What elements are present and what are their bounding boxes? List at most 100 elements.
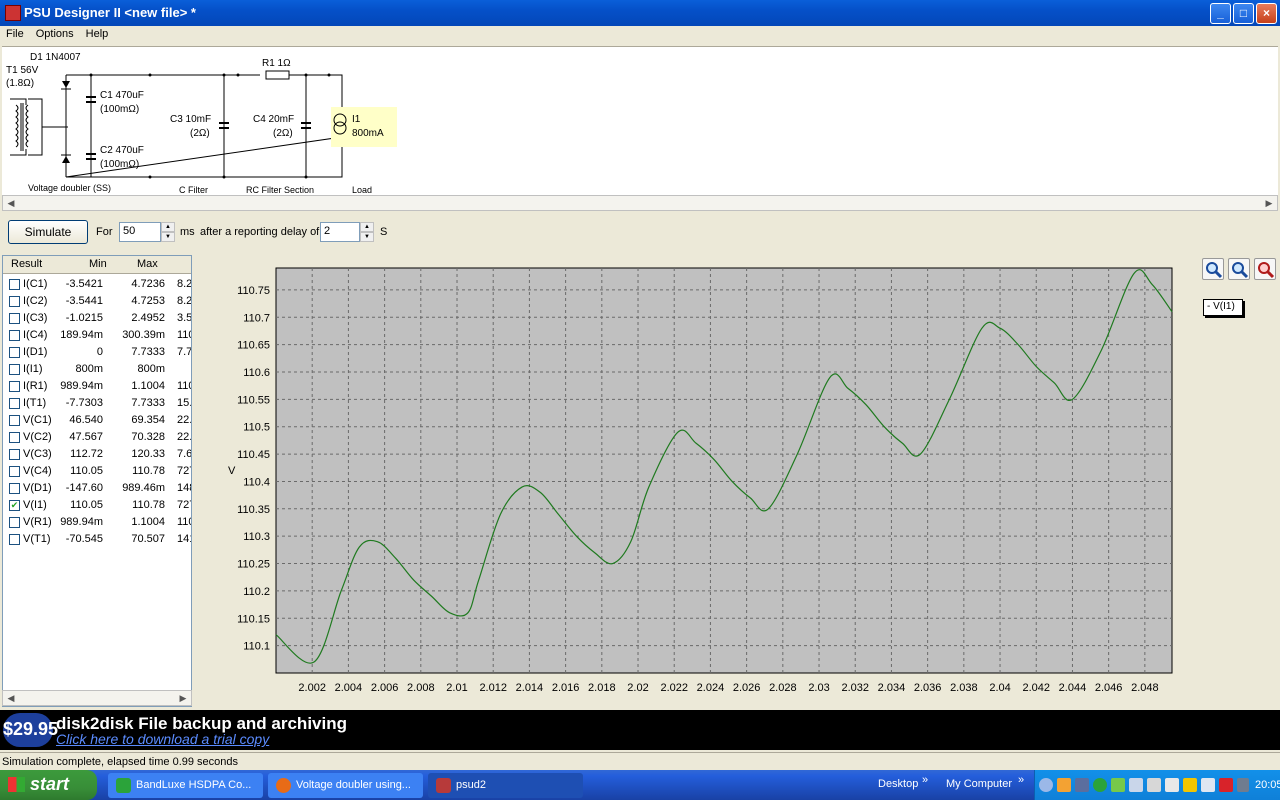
result-name: V(I1): [23, 499, 47, 511]
price-badge: $29.95: [3, 713, 58, 747]
wireless-icon[interactable]: [1201, 778, 1215, 792]
result-row[interactable]: V(C3) 112.72 120.33 7.60: [3, 446, 191, 463]
result-row[interactable]: I(D1) 0 7.7333 7.73: [3, 344, 191, 361]
minimize-button[interactable]: _: [1210, 3, 1231, 24]
result-name: V(C4): [23, 465, 52, 477]
check-icon[interactable]: [1111, 778, 1125, 792]
device-icon[interactable]: [1129, 778, 1143, 792]
menu-help[interactable]: Help: [80, 26, 115, 42]
zoom-in-icon[interactable]: [1202, 258, 1224, 280]
pdf-icon[interactable]: [1219, 778, 1233, 792]
result-row[interactable]: V(C2) 47.567 70.328 22.7: [3, 429, 191, 446]
result-max: 1.1004: [131, 380, 165, 392]
result-row[interactable]: I(C4) 189.94m 300.39m 110.4: [3, 327, 191, 344]
result-checkbox[interactable]: [9, 415, 20, 426]
result-row[interactable]: V(R1) 989.94m 1.1004 110.4: [3, 514, 191, 531]
result-checkbox[interactable]: ✔: [9, 500, 20, 511]
result-checkbox[interactable]: [9, 296, 20, 307]
results-scroll-right-icon[interactable]: ▶: [175, 691, 191, 705]
simulate-button[interactable]: Simulate: [8, 220, 88, 244]
zoom-out-icon[interactable]: [1228, 258, 1250, 280]
monitor-icon[interactable]: [1237, 778, 1249, 792]
result-checkbox[interactable]: [9, 347, 20, 358]
col-min[interactable]: Min: [89, 258, 107, 270]
clock[interactable]: 20:05: [1255, 779, 1280, 791]
duration-spinner[interactable]: ▲ ▼: [161, 222, 175, 242]
result-checkbox[interactable]: [9, 517, 20, 528]
result-name: I(T1): [23, 397, 47, 409]
result-checkbox[interactable]: [9, 364, 20, 375]
result-row[interactable]: I(T1) -7.7303 7.7333 15.4: [3, 395, 192, 412]
toolbar-desktop[interactable]: Desktop: [878, 778, 918, 790]
app-icon: [5, 5, 21, 21]
result-row[interactable]: I(C2) -3.5441 4.7253 8.2(: [3, 293, 192, 310]
result-max: 2.4952: [131, 312, 165, 324]
result-name: I(C3): [23, 312, 48, 324]
col-max[interactable]: Max: [137, 258, 158, 270]
result-range: 110.4: [177, 329, 191, 341]
schematic-scrollbar[interactable]: ◀ ▶: [2, 195, 1278, 211]
menu-options[interactable]: Options: [30, 26, 80, 42]
security-shield-icon[interactable]: [1183, 778, 1197, 792]
result-checkbox[interactable]: [9, 279, 20, 290]
result-checkbox[interactable]: [9, 330, 20, 341]
result-name: V(C3): [23, 448, 52, 460]
start-button[interactable]: start: [0, 770, 97, 800]
result-row[interactable]: ✔V(I1) 110.05 110.78 727.5: [3, 497, 191, 514]
back-arrow-icon[interactable]: [1039, 778, 1053, 792]
ad-banner[interactable]: $29.95 disk2disk File backup and archivi…: [0, 710, 1280, 750]
delay-input[interactable]: 2: [320, 222, 360, 242]
printer-icon[interactable]: [1147, 778, 1161, 792]
zoom-reset-icon[interactable]: [1254, 258, 1276, 280]
result-row[interactable]: I(R1) 989.94m 1.1004 110.4: [3, 378, 191, 395]
result-name: I(R1): [23, 380, 48, 392]
result-checkbox[interactable]: [9, 449, 20, 460]
schematic-canvas[interactable]: D1 1N4007 T1 56V (1.8Ω) C1 470uF (100mΩ)…: [2, 46, 1278, 195]
status-bar: Simulation complete, elapsed time 0.99 s…: [0, 752, 1280, 770]
java-icon[interactable]: [1057, 778, 1071, 792]
result-name: I(C4): [23, 329, 48, 341]
result-checkbox[interactable]: [9, 432, 20, 443]
result-row[interactable]: V(C1) 46.540 69.354 22.8: [3, 412, 191, 429]
result-range: 15.4: [177, 397, 192, 409]
result-row[interactable]: I(C3) -1.0215 2.4952 3.5: [3, 310, 191, 327]
network-icon[interactable]: [1075, 778, 1089, 792]
result-row[interactable]: I(C1) -3.5421 4.7236 8.2(: [3, 276, 191, 293]
section-cfilter: C Filter: [179, 185, 208, 195]
result-checkbox[interactable]: [9, 381, 20, 392]
results-scrollbar[interactable]: ◀ ▶: [2, 690, 192, 706]
result-row[interactable]: V(D1) -147.60 989.46m 148: [3, 480, 191, 497]
task-firefox[interactable]: Voltage doubler using...: [268, 773, 423, 798]
result-checkbox[interactable]: [9, 466, 20, 477]
menu-file[interactable]: File: [0, 26, 30, 42]
result-checkbox[interactable]: [9, 534, 20, 545]
result-min: 110.05: [70, 465, 103, 477]
result-range: 727.5: [177, 499, 191, 511]
banner-download-link[interactable]: Click here to download a trial copy: [56, 731, 269, 747]
delay-spinner[interactable]: ▲ ▼: [360, 222, 374, 242]
result-row[interactable]: V(C4) 110.05 110.78 727.5: [3, 463, 191, 480]
toolbar-my-computer[interactable]: My Computer: [946, 778, 1012, 790]
result-checkbox[interactable]: [9, 483, 20, 494]
task-bandluxe[interactable]: BandLuxe HSDPA Co...: [108, 773, 263, 798]
task-psud2[interactable]: psud2: [428, 773, 583, 798]
duration-input[interactable]: 50: [119, 222, 161, 242]
result-checkbox[interactable]: [9, 398, 20, 409]
scroll-left-icon[interactable]: ◀: [3, 196, 19, 210]
result-row[interactable]: V(T1) -70.545 70.507 141: [3, 531, 191, 548]
result-max: 69.354: [131, 414, 165, 426]
close-button[interactable]: ×: [1256, 3, 1277, 24]
col-result[interactable]: Result: [11, 258, 42, 270]
result-range: 8.2(: [177, 295, 192, 307]
chevron-icon[interactable]: »: [1018, 774, 1024, 786]
results-scroll-left-icon[interactable]: ◀: [3, 691, 19, 705]
chevron-icon[interactable]: »: [922, 774, 928, 786]
settings-icon[interactable]: [1165, 778, 1179, 792]
result-min: 189.94m: [60, 329, 103, 341]
result-row[interactable]: I(I1) 800m 800m: [3, 361, 191, 378]
scroll-right-icon[interactable]: ▶: [1261, 196, 1277, 210]
maximize-button[interactable]: □: [1233, 3, 1254, 24]
3g-icon[interactable]: [1093, 778, 1107, 792]
result-max: 800m: [137, 363, 165, 375]
result-checkbox[interactable]: [9, 313, 20, 324]
